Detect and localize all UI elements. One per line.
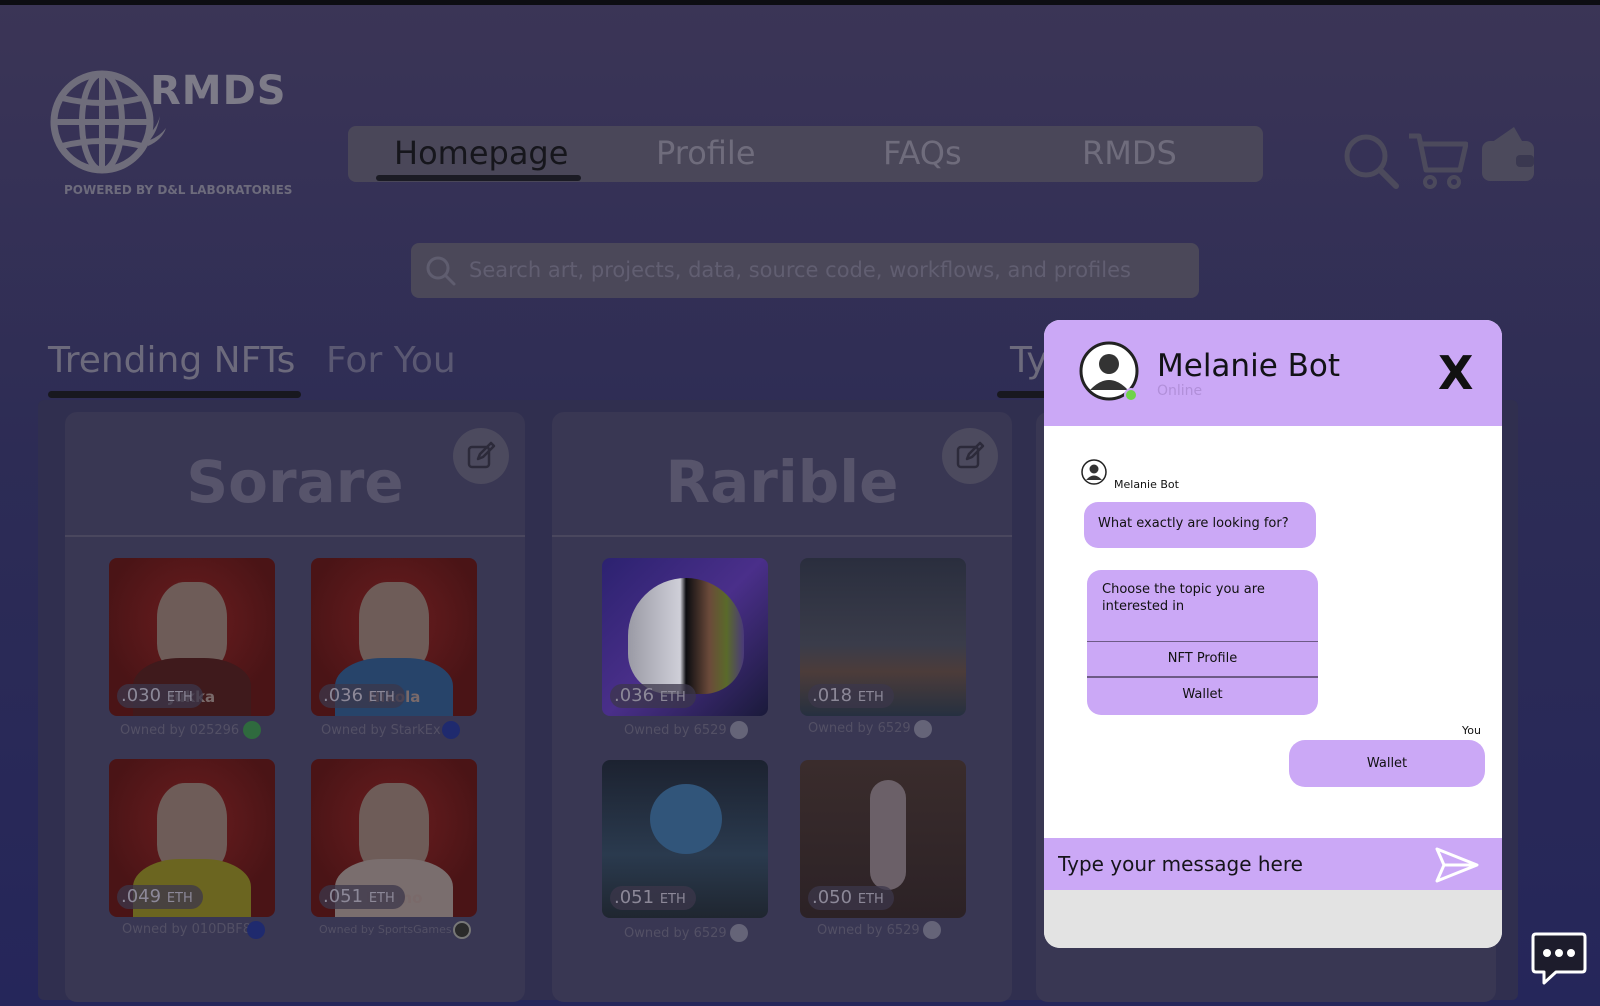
bot-avatar-icon — [1081, 459, 1107, 485]
chat-header: Melanie Bot Online X — [1044, 320, 1502, 426]
search-bar — [411, 243, 1199, 298]
nft-price: .050 ETH — [808, 886, 894, 910]
owner-avatar — [914, 720, 932, 738]
nft-tile[interactable]: .036 ETH — [602, 558, 768, 716]
owner-avatar — [247, 921, 265, 939]
edit-icon — [467, 441, 496, 469]
nft-tile[interactable]: .018 ETH — [800, 558, 966, 716]
user-message: Wallet — [1289, 740, 1485, 787]
nft-price: .051 ETH — [610, 886, 696, 910]
nav-faqs[interactable]: FAQs — [883, 134, 962, 172]
nft-owner: Owned by 6529 — [624, 926, 727, 941]
player-image — [870, 780, 906, 890]
chat-footer — [1044, 890, 1502, 948]
chat-bubble-icon[interactable] — [1530, 931, 1588, 987]
chat-bot-name: Melanie Bot — [1157, 348, 1341, 384]
player-image — [157, 582, 227, 670]
nft-owner: Owned by StarkEx — [321, 723, 441, 738]
owner-avatar — [730, 924, 748, 942]
chat-input-bar — [1044, 838, 1502, 890]
chat-panel: Melanie Bot Online X Melanie Bot What ex… — [1044, 320, 1502, 948]
logo-subtitle: POWERED BY D&L LABORATORIES — [64, 183, 293, 197]
collection-card-sorare: Sorare Jukka .030 ETH Owned by 025296 Ni… — [65, 412, 525, 1002]
chat-message-input[interactable] — [1058, 848, 1418, 880]
player-image — [359, 582, 429, 670]
nft-tile[interactable]: .049 ETH — [109, 759, 275, 917]
nft-price: .030 ETH — [117, 684, 203, 708]
send-icon[interactable] — [1434, 846, 1480, 884]
edit-icon — [956, 441, 985, 469]
wallet-icon[interactable] — [1480, 123, 1538, 185]
user-sender-label: You — [1462, 724, 1481, 737]
nft-owner: Owned by SportsGames — [319, 923, 452, 936]
cart-icon[interactable] — [1406, 130, 1468, 192]
collection-card-rarible: Rarible .036 ETH Owned by 6529 .018 ETH … — [552, 412, 1012, 1002]
nft-owner: Owned by 6529 — [817, 923, 920, 938]
rmds-logo[interactable]: RMDS POWERED BY D&L LABORATORIES — [50, 66, 293, 206]
edit-button[interactable] — [942, 428, 998, 484]
nav-profile[interactable]: Profile — [656, 134, 756, 172]
nft-price: .051 ETH — [319, 885, 405, 909]
owner-avatar — [730, 721, 748, 739]
online-status-dot — [1124, 388, 1138, 402]
nft-owner: Owned by 6529 — [624, 723, 727, 738]
helmet-image — [628, 578, 744, 694]
nft-tile[interactable]: .050 ETH — [800, 760, 966, 918]
nft-tile[interactable]: Menno .051 ETH — [311, 759, 477, 917]
nft-tile[interactable]: Jukka .030 ETH — [109, 558, 275, 716]
close-button[interactable]: X — [1438, 346, 1473, 400]
tab-partial[interactable]: Ty — [1010, 340, 1048, 381]
player-image — [359, 783, 429, 871]
tab-trending-nfts[interactable]: Trending NFTs — [48, 340, 295, 381]
search-input[interactable] — [469, 253, 1184, 287]
artwork-image — [650, 784, 722, 854]
topic-option-nft-profile[interactable]: NFT Profile — [1087, 641, 1318, 675]
logo-text: RMDS — [150, 68, 287, 114]
owner-avatar — [442, 721, 460, 739]
message-sender-label: Melanie Bot — [1114, 478, 1179, 491]
main-nav: Homepage Profile FAQs RMDS — [348, 126, 1263, 182]
tab-active-indicator — [48, 391, 301, 398]
topic-option-wallet[interactable]: Wallet — [1087, 676, 1318, 710]
player-image — [157, 783, 227, 871]
edit-button[interactable] — [453, 428, 509, 484]
owner-avatar — [923, 921, 941, 939]
nft-owner: Owned by 010DBF8 — [122, 922, 252, 937]
tab-for-you[interactable]: For You — [326, 340, 456, 381]
bot-message: What exactly are looking for? — [1084, 502, 1316, 548]
bot-topic-menu: Choose the topic you are interested in N… — [1087, 570, 1318, 715]
nav-active-indicator — [376, 175, 581, 181]
nft-tile[interactable]: Nikola .036 ETH — [311, 558, 477, 716]
bot-message: Choose the topic you are interested in — [1102, 582, 1265, 614]
owner-avatar — [243, 721, 261, 739]
nft-tile[interactable]: .051 ETH — [602, 760, 768, 918]
chat-status: Online — [1157, 383, 1203, 399]
soccer-ball-icon — [453, 921, 471, 939]
card-divider — [65, 535, 525, 537]
nft-price: .036 ETH — [610, 684, 696, 708]
search-icon — [426, 256, 456, 286]
nav-rmds[interactable]: RMDS — [1082, 134, 1177, 172]
search-icon[interactable] — [1342, 132, 1400, 190]
card-divider — [552, 535, 1012, 537]
nft-owner: Owned by 6529 — [808, 721, 911, 736]
nft-price: .049 ETH — [117, 885, 203, 909]
nft-owner: Owned by 025296 — [120, 723, 240, 738]
nft-price: .018 ETH — [808, 684, 894, 708]
nav-homepage[interactable]: Homepage — [394, 134, 568, 172]
nft-price: .036 ETH — [319, 684, 405, 708]
chat-messages: Melanie Bot What exactly are looking for… — [1044, 426, 1502, 838]
